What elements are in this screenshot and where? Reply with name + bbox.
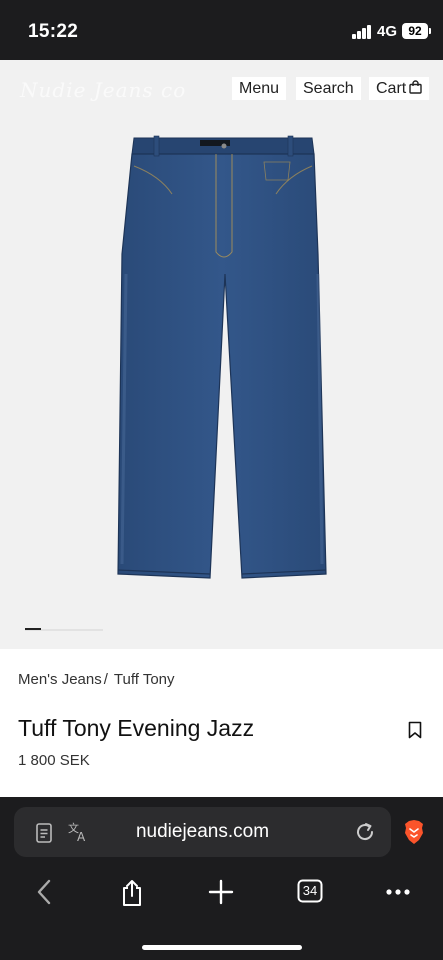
cart-button[interactable]: Cart: [369, 77, 430, 100]
menu-button[interactable]: Menu: [232, 77, 287, 100]
status-bar: 15:22 4G 92: [0, 0, 443, 60]
bag-icon: [409, 80, 422, 94]
gallery-indicator-active: [25, 628, 41, 630]
network-type: 4G: [377, 23, 398, 40]
share-icon[interactable]: [120, 879, 144, 907]
tab-count: 34: [302, 883, 318, 898]
breadcrumb-separator: /: [103, 671, 108, 688]
status-time: 15:22: [28, 21, 79, 42]
product-gallery[interactable]: Nudie Jeans co Menu Search Cart: [0, 60, 443, 649]
jeans-image[interactable]: [112, 134, 336, 586]
reload-icon[interactable]: [354, 821, 376, 843]
breadcrumb-mens-jeans[interactable]: Men's Jeans: [18, 671, 102, 688]
signal-icon: [352, 25, 372, 39]
product-title: Tuff Tony Evening Jazz: [18, 715, 255, 741]
cart-label: Cart: [376, 80, 407, 97]
tabs-button[interactable]: 34: [297, 879, 323, 903]
new-tab-icon[interactable]: [208, 879, 234, 905]
bookmark-icon[interactable]: [408, 721, 422, 739]
site-logo[interactable]: Nudie Jeans co: [20, 78, 186, 102]
more-icon[interactable]: [386, 879, 410, 905]
battery-icon: 92: [402, 23, 428, 39]
back-icon[interactable]: [35, 879, 53, 905]
product-price: 1 800 SEK: [18, 752, 90, 769]
breadcrumb-tuff-tony[interactable]: Tuff Tony: [114, 671, 175, 688]
breadcrumb: Men's Jeans / Tuff Tony: [18, 671, 175, 688]
home-indicator[interactable]: [142, 945, 302, 950]
brave-icon[interactable]: [403, 819, 425, 845]
browser-toolbar: 文 A nudiejeans.com 34: [0, 797, 443, 960]
address-bar[interactable]: 文 A nudiejeans.com: [14, 807, 391, 857]
url-text[interactable]: nudiejeans.com: [14, 821, 391, 843]
product-info: Men's Jeans / Tuff Tony Tuff Tony Evening …: [0, 649, 443, 797]
battery-tip: [429, 28, 431, 34]
search-button[interactable]: Search: [296, 77, 361, 100]
